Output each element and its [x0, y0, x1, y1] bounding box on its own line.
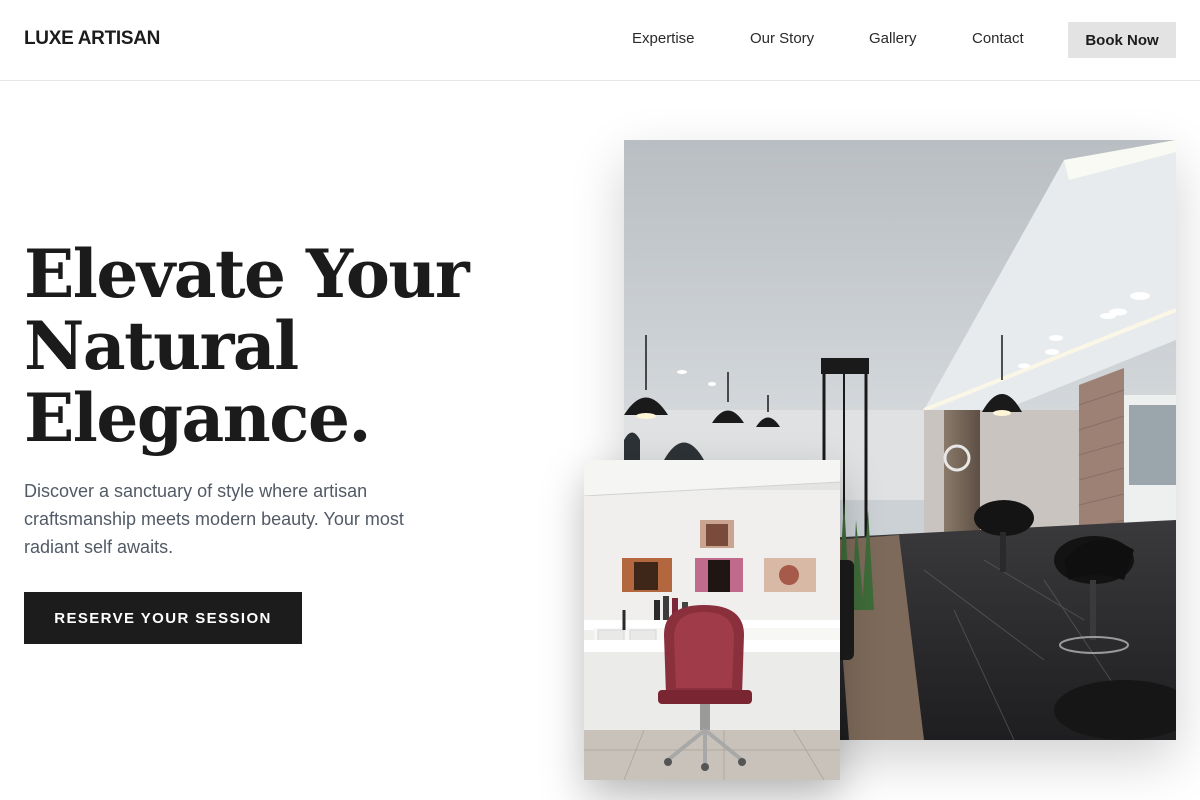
headline-line-1: Elevate Your: [24, 235, 470, 313]
hero-headline: Elevate Your Natural Elegance.: [24, 238, 544, 454]
site-header: LUXE ARTISAN Expertise Our Story Gallery…: [0, 0, 1200, 81]
headline-line-2: Natural: [24, 307, 299, 385]
main-nav: Expertise Our Story Gallery Contact: [0, 30, 1200, 50]
nav-link-contact[interactable]: Contact: [972, 30, 1024, 47]
nav-link-expertise[interactable]: Expertise: [632, 30, 695, 47]
nav-link-gallery[interactable]: Gallery: [869, 30, 917, 47]
reserve-session-button[interactable]: RESERVE YOUR SESSION: [24, 592, 302, 644]
book-now-button[interactable]: Book Now: [1068, 22, 1176, 58]
styling-station-image: [584, 460, 840, 780]
headline-line-3: Elegance.: [24, 379, 371, 457]
nav-link-our-story[interactable]: Our Story: [750, 30, 814, 47]
hero-description: Discover a sanctuary of style where arti…: [24, 481, 404, 557]
styling-station-illustration: [584, 460, 840, 780]
